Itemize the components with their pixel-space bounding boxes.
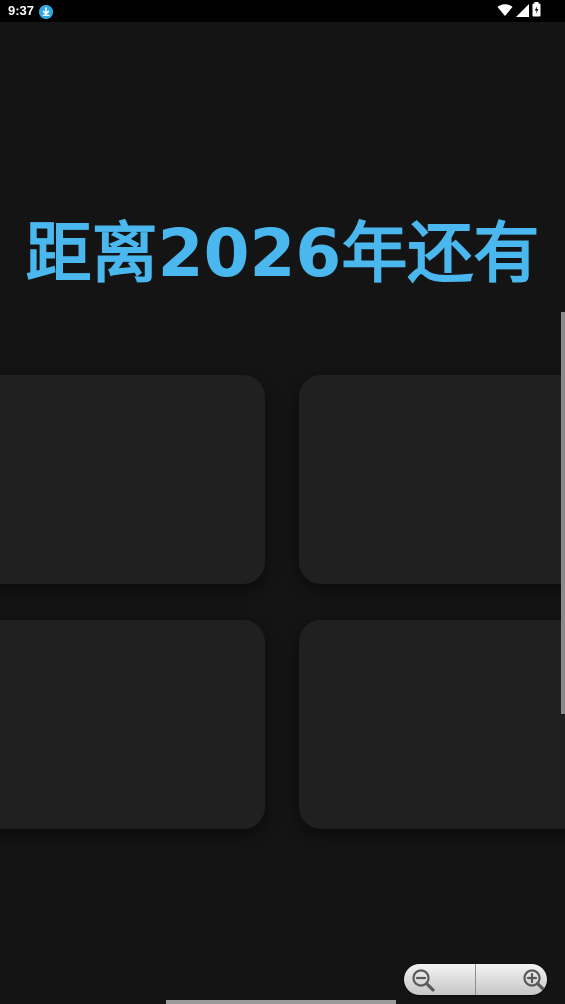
countdown-title: 距离2026年还有 xyxy=(25,215,540,292)
countdown-card-1: 4 xyxy=(0,375,265,584)
status-icons xyxy=(497,1,541,21)
countdown-card-4 xyxy=(299,620,565,829)
countdown-card-2 xyxy=(299,375,565,584)
zoom-controls xyxy=(404,964,547,995)
countdown-card-3 xyxy=(0,620,265,829)
download-icon xyxy=(39,4,53,19)
signal-icon xyxy=(516,2,529,21)
app-screen: 9:37 距离2026年还有 xyxy=(0,0,565,1004)
zoom-out-button[interactable] xyxy=(404,964,476,995)
wifi-icon xyxy=(497,2,513,21)
scrollbar[interactable] xyxy=(561,312,565,714)
zoom-in-button[interactable] xyxy=(476,964,547,995)
home-indicator[interactable] xyxy=(166,1000,396,1004)
status-time: 9:37 xyxy=(8,3,35,18)
battery-icon xyxy=(532,1,541,21)
status-bar: 9:37 xyxy=(0,0,565,22)
